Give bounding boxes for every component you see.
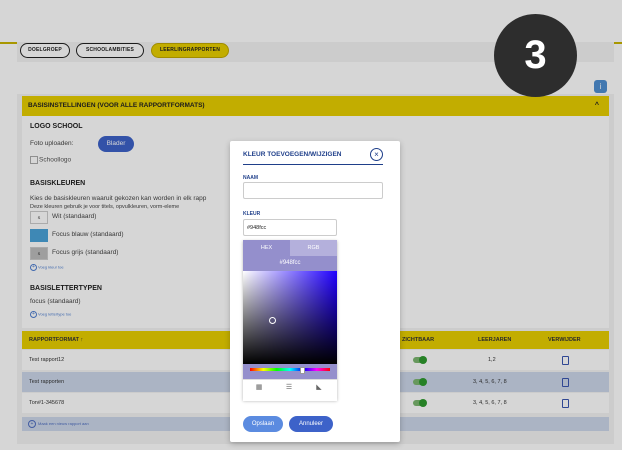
hex-readout: #948fcc (279, 260, 301, 266)
tab-hex[interactable]: HEX (243, 240, 290, 256)
color-dialog: KLEUR TOEVOEGEN/WIJZIGEN × NAAM KLEUR #9… (230, 141, 400, 442)
hue-slider[interactable] (250, 368, 330, 371)
hue-handle[interactable] (300, 367, 305, 374)
saturation-handle[interactable] (269, 317, 276, 324)
eyedropper-icon[interactable]: ◣ (315, 384, 323, 392)
palette-icon[interactable]: ▦ (255, 384, 263, 392)
title-divider (243, 164, 383, 165)
color-field[interactable]: #948fcc (243, 219, 337, 236)
name-label: NAAM (243, 175, 258, 181)
color-label: KLEUR (243, 211, 261, 217)
tab-rgb[interactable]: RGB (290, 240, 337, 256)
cancel-button[interactable]: Annuleer (289, 416, 333, 432)
step-badge: 3 (494, 14, 577, 97)
picker-toolbar: ▦ ☰ ◣ (243, 379, 337, 401)
name-field[interactable] (243, 182, 383, 199)
close-icon[interactable]: × (370, 148, 383, 161)
sliders-icon[interactable]: ☰ (285, 384, 293, 392)
dialog-title: KLEUR TOEVOEGEN/WIJZIGEN (243, 151, 342, 158)
saturation-area[interactable] (243, 271, 337, 364)
save-button[interactable]: Opslaan (243, 416, 283, 432)
color-picker: HEX RGB #948fcc ▦ ☰ ◣ (243, 240, 337, 401)
